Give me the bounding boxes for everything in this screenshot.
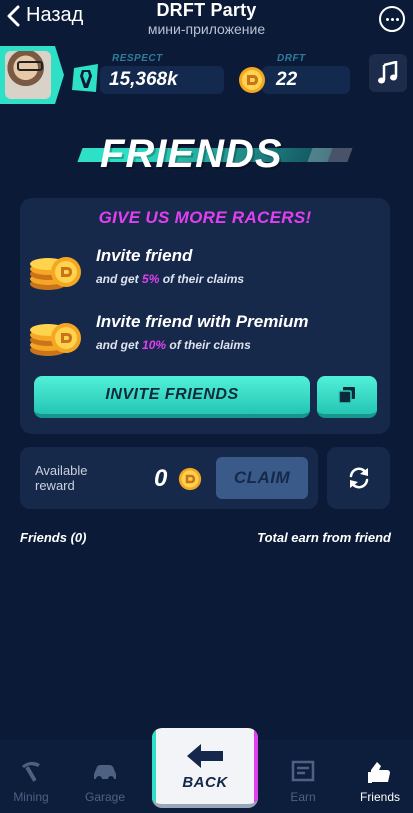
dot-icon [395, 17, 399, 21]
page-title: FRIENDS [100, 132, 283, 176]
percentage-highlight: 5% [142, 272, 160, 286]
coin-stack-icon [30, 257, 81, 290]
coin-stack-icon [30, 323, 81, 356]
drft-coin-icon [239, 67, 265, 93]
invite-card: GIVE US MORE RACERS! Invite friend and g… [20, 198, 390, 434]
nav-label-mining: Mining [13, 790, 49, 804]
drft-label: DRFT [277, 53, 306, 64]
subtitle-text: of their claims [166, 338, 251, 352]
refresh-button[interactable] [327, 447, 390, 509]
avatar-frame[interactable] [0, 46, 64, 104]
claim-button[interactable]: CLAIM [216, 457, 308, 499]
respect-label: RESPECT [112, 53, 163, 64]
page-title-banner: FRIENDS [77, 130, 353, 178]
available-reward-label: Available reward [35, 463, 88, 493]
invite-option-subtitle: and get 10% of their claims [96, 338, 251, 352]
copy-icon [338, 387, 355, 404]
total-earn-header: Total earn from friend [257, 530, 391, 545]
stats-bar: RESPECT 15,368k DRFT 22 [0, 46, 413, 106]
drft-coin-icon [178, 467, 202, 491]
arrow-left-icon [187, 743, 223, 768]
respect-value: 15,368k [109, 69, 178, 90]
drft-value: 22 [276, 69, 298, 90]
invite-option-premium: Invite friend with Premium and get 10% o… [26, 306, 386, 362]
subtitle-text: and get [96, 272, 143, 286]
music-note-icon [378, 61, 398, 84]
nav-label-friends: Friends [359, 790, 400, 804]
avatar [5, 51, 51, 99]
nav-item-earn[interactable]: Earn [268, 756, 338, 804]
respect-icon [72, 64, 98, 92]
nav-item-garage[interactable]: Garage [70, 756, 140, 804]
invite-option-title: Invite friend with Premium [96, 312, 309, 331]
more-options-button[interactable] [379, 6, 405, 32]
music-toggle-button[interactable] [369, 54, 407, 92]
invite-option-subtitle: and get 5% of their claims [96, 272, 244, 286]
nav-item-friends[interactable]: Friends [345, 756, 413, 804]
invite-friends-button[interactable]: INVITE FRIENDS [34, 376, 310, 418]
nav-item-mining[interactable]: Mining [0, 756, 66, 804]
subtitle-text: and get [96, 338, 143, 352]
friends-count: Friends (0) [20, 530, 87, 545]
car-icon [94, 765, 116, 782]
nav-label-garage: Garage [84, 790, 126, 804]
telegram-header: Назад DRFT Party мини-приложение [0, 0, 413, 44]
back-button[interactable]: BACK [152, 728, 258, 808]
earn-icon [291, 760, 315, 782]
dot-icon [390, 17, 394, 21]
invite-option-regular: Invite friend and get 5% of their claims [26, 240, 386, 296]
subtitle-text: of their claims [159, 272, 245, 286]
mining-icon [22, 761, 40, 782]
back-button-label: BACK [182, 773, 228, 791]
friends-icon [368, 762, 390, 783]
nav-label-earn: Earn [290, 790, 316, 804]
reward-value: 0 [154, 465, 168, 492]
percentage-highlight: 10% [142, 338, 167, 352]
app-subtitle: мини-приложение [147, 21, 266, 37]
copy-link-button[interactable] [317, 376, 377, 418]
invite-heading: GIVE US MORE RACERS! [98, 208, 312, 227]
reward-card: Available reward 0 CLAIM [20, 447, 318, 509]
refresh-icon [349, 467, 368, 489]
invite-option-title: Invite friend [96, 246, 193, 265]
title-stripe-highlight [307, 148, 353, 162]
dot-icon [385, 17, 389, 21]
app-title: DRFT Party [156, 0, 257, 20]
